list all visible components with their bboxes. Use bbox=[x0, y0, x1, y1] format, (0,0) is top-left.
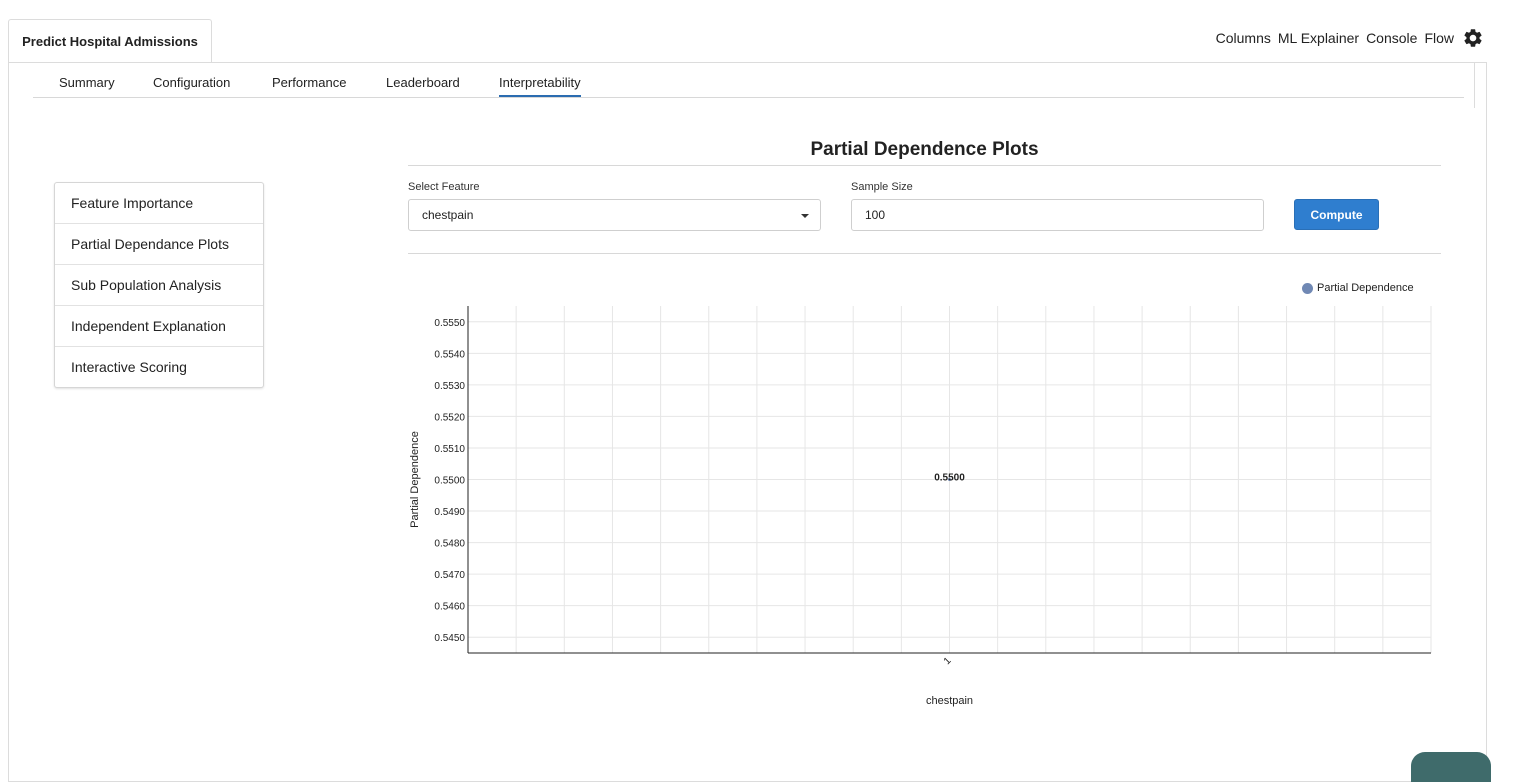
y-tick-label: 0.5520 bbox=[434, 412, 465, 423]
menu-item-sub-population-analysis[interactable]: Sub Population Analysis bbox=[55, 265, 263, 306]
page-title: Partial Dependence Plots bbox=[810, 139, 1039, 160]
tab-configuration[interactable]: Configuration bbox=[153, 75, 230, 95]
project-tab[interactable]: Predict Hospital Admissions bbox=[8, 19, 212, 62]
scrollbar[interactable] bbox=[1474, 62, 1475, 108]
legend-marker bbox=[1302, 282, 1313, 294]
y-tick-label: 0.5530 bbox=[434, 381, 465, 392]
menu-item-feature-importance[interactable]: Feature Importance bbox=[55, 183, 263, 224]
controls-divider bbox=[408, 253, 1441, 254]
sample-size-input[interactable]: 100 bbox=[851, 199, 1264, 231]
tab-summary[interactable]: Summary bbox=[59, 75, 115, 95]
compute-button[interactable]: Compute bbox=[1294, 199, 1379, 230]
chart-legend: Partial Dependence bbox=[1302, 282, 1414, 294]
menu-item-partial-dependance-plots[interactable]: Partial Dependance Plots bbox=[55, 224, 263, 265]
gear-icon[interactable] bbox=[1462, 27, 1484, 49]
y-tick-label: 0.5540 bbox=[434, 349, 465, 360]
select-feature-label: Select Feature bbox=[408, 181, 480, 193]
y-tick-label: 0.5480 bbox=[434, 539, 465, 550]
title-divider bbox=[408, 165, 1441, 166]
select-feature-dropdown[interactable]: chestpain bbox=[408, 199, 821, 231]
tab-performance[interactable]: Performance bbox=[272, 75, 346, 95]
tab-interpretability[interactable]: Interpretability bbox=[499, 75, 581, 97]
menu-item-interactive-scoring[interactable]: Interactive Scoring bbox=[55, 347, 263, 387]
nav-console[interactable]: Console bbox=[1366, 30, 1417, 46]
compute-button-label: Compute bbox=[1310, 207, 1363, 222]
caret-down-icon bbox=[801, 214, 809, 218]
project-tab-label: Predict Hospital Admissions bbox=[22, 33, 198, 49]
nav-columns[interactable]: Columns bbox=[1216, 30, 1271, 46]
data-label: 0.5500 bbox=[934, 473, 965, 484]
y-tick-label: 0.5510 bbox=[434, 444, 465, 455]
sample-size-label: Sample Size bbox=[851, 181, 913, 193]
y-tick-label: 0.5460 bbox=[434, 602, 465, 613]
x-axis-title: chestpain bbox=[926, 695, 973, 707]
y-tick-label: 0.5450 bbox=[434, 633, 465, 644]
y-tick-label: 0.5490 bbox=[434, 507, 465, 518]
partial-dependence-chart: 0.5550 0.5540 0.5530 0.5520 0.5510 0.5500 0.54… bbox=[409, 306, 1432, 707]
sample-size-value: 100 bbox=[865, 208, 886, 222]
help-widget[interactable] bbox=[1411, 752, 1491, 782]
tab-leaderboard[interactable]: Leaderboard bbox=[386, 75, 460, 95]
select-feature-value: chestpain bbox=[422, 208, 474, 222]
y-axis-title: Partial Dependence bbox=[409, 431, 421, 528]
legend-label: Partial Dependence bbox=[1317, 282, 1414, 294]
sub-tabs: Summary Configuration Performance Leader… bbox=[33, 72, 1464, 98]
y-tick-label: 0.5500 bbox=[434, 476, 465, 487]
y-tick-label: 0.5470 bbox=[434, 570, 465, 581]
menu-item-independent-explanation[interactable]: Independent Explanation bbox=[55, 306, 263, 347]
top-nav: Columns ML Explainer Console Flow bbox=[1209, 27, 1484, 49]
nav-ml-explainer[interactable]: ML Explainer bbox=[1278, 30, 1359, 46]
x-tick-label: 1 bbox=[942, 655, 954, 667]
nav-flow[interactable]: Flow bbox=[1424, 30, 1454, 46]
y-tick-label: 0.5550 bbox=[434, 318, 465, 329]
interpretability-menu: Feature Importance Partial Dependance Pl… bbox=[54, 182, 264, 388]
